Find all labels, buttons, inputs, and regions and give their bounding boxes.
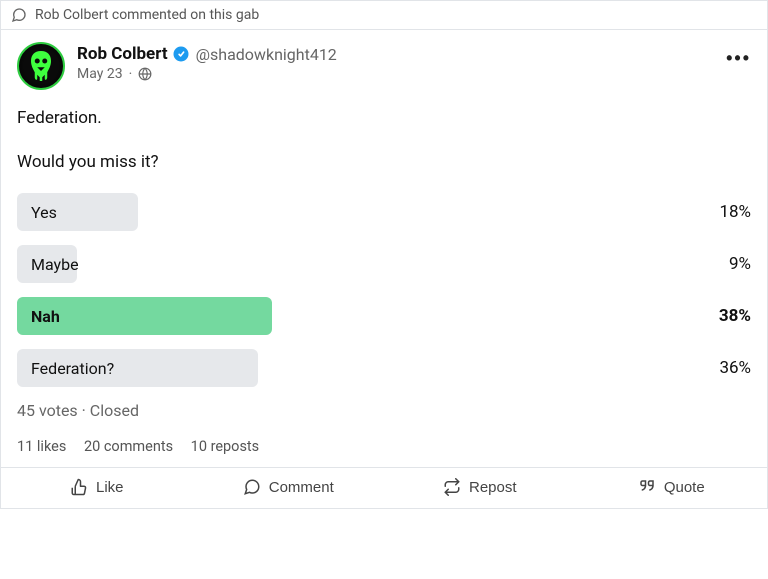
- poll-bar-wrap: Nah: [17, 297, 687, 335]
- thumbs-up-icon: [70, 478, 88, 496]
- reposts-count[interactable]: 10 reposts: [191, 438, 260, 455]
- post-text: Federation. Would you miss it?: [17, 106, 751, 175]
- comment-icon: [11, 7, 27, 23]
- quote-icon: [638, 478, 656, 496]
- post-card: Rob Colbert commented on this gab Rob Co…: [0, 0, 768, 509]
- comments-count[interactable]: 20 comments: [84, 438, 173, 455]
- poll-option[interactable]: Nah 38%: [17, 297, 751, 335]
- poll-bar-wrap: Maybe: [17, 245, 687, 283]
- handle[interactable]: @shadowknight412: [196, 45, 337, 64]
- poll-option[interactable]: Federation? 36%: [17, 349, 751, 387]
- comment-label: Comment: [269, 479, 334, 496]
- poll-bar-wrap: Federation?: [17, 349, 687, 387]
- poll-percent: 38%: [687, 306, 751, 326]
- display-name[interactable]: Rob Colbert: [77, 44, 168, 64]
- post-date[interactable]: May 23: [77, 66, 123, 82]
- separator: ·: [129, 66, 133, 82]
- repost-label: Repost: [469, 479, 517, 496]
- verified-badge-icon: [172, 45, 190, 63]
- post-stats: 11 likes 20 comments 10 reposts: [17, 438, 751, 455]
- like-label: Like: [96, 479, 124, 496]
- poll-bar: Yes: [17, 193, 138, 231]
- comment-icon: [243, 478, 261, 496]
- poll-bar-wrap: Yes: [17, 193, 687, 231]
- repost-icon: [443, 478, 461, 496]
- action-bar: Like Comment Repost Quo: [1, 467, 767, 508]
- poll-option[interactable]: Maybe 9%: [17, 245, 751, 283]
- poll: Yes 18% Maybe 9% Nah 38% Federation? 36%: [17, 193, 751, 387]
- post-line: Federation.: [17, 106, 751, 132]
- like-button[interactable]: Like: [1, 468, 193, 508]
- avatar[interactable]: [17, 42, 65, 90]
- notice-text: Rob Colbert commented on this gab: [35, 7, 259, 23]
- poll-percent: 36%: [687, 358, 751, 378]
- poll-bar: Nah: [17, 297, 272, 335]
- poll-bar: Maybe: [17, 245, 77, 283]
- poll-percent: 9%: [687, 254, 751, 274]
- likes-count[interactable]: 11 likes: [17, 438, 66, 455]
- comment-button[interactable]: Comment: [193, 468, 385, 508]
- poll-option[interactable]: Yes 18%: [17, 193, 751, 231]
- notice-bar: Rob Colbert commented on this gab: [1, 1, 767, 30]
- poll-meta: 45 votes · Closed: [17, 401, 751, 420]
- quote-button[interactable]: Quote: [576, 468, 768, 508]
- poll-bar: Federation?: [17, 349, 258, 387]
- quote-label: Quote: [664, 479, 705, 496]
- post-line: Would you miss it?: [17, 150, 751, 176]
- repost-button[interactable]: Repost: [384, 468, 576, 508]
- globe-icon[interactable]: [138, 67, 152, 81]
- more-button[interactable]: •••: [726, 48, 751, 69]
- poll-percent: 18%: [687, 202, 751, 222]
- post-header: Rob Colbert @shadowknight412 May 23 ·: [17, 42, 751, 90]
